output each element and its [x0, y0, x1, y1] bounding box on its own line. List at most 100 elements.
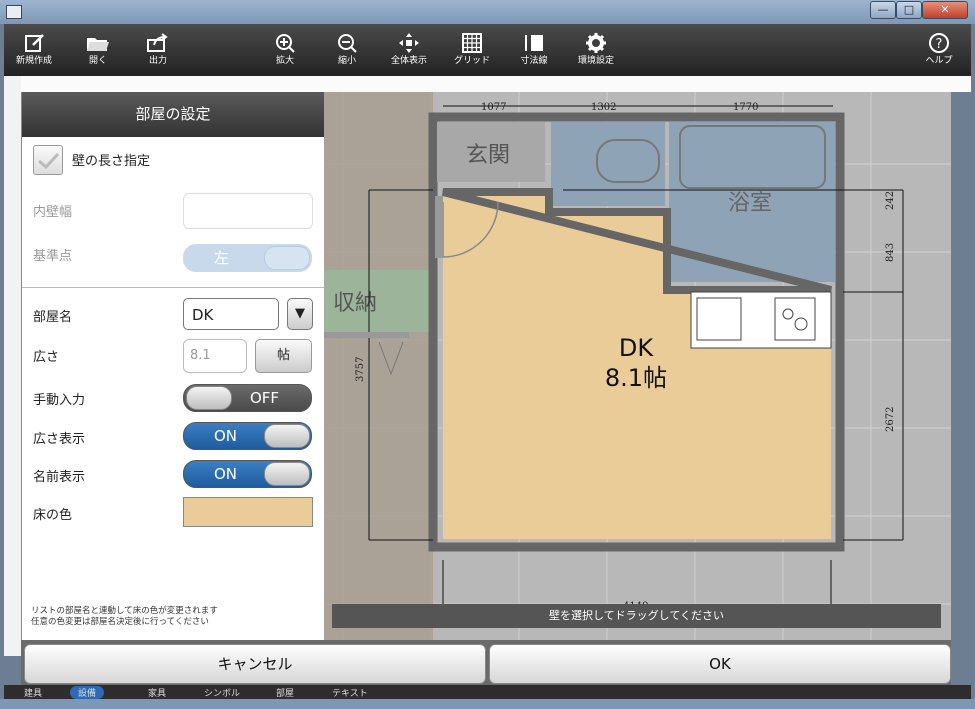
wall-length-checkbox[interactable] — [33, 145, 63, 175]
tab-text[interactable]: テキスト — [332, 686, 368, 699]
manual-input-label: 手動入力 — [33, 393, 86, 408]
storage-door-panel — [323, 332, 409, 338]
zoom-in-icon — [276, 34, 295, 53]
tab-symbols[interactable]: シンボル — [204, 686, 240, 699]
maximize-button[interactable]: □ — [896, 1, 922, 19]
show-name-toggle[interactable]: ON — [183, 460, 312, 488]
zoom-out-button[interactable]: 縮小 — [319, 24, 375, 76]
dimension-line-icon — [525, 35, 543, 51]
color-note-line1: リストの部屋名と連動して床の色が変更されます — [31, 606, 218, 616]
tab-rooms[interactable]: 部屋 — [276, 686, 294, 699]
floor-plan-canvas[interactable]: 収納 玄関 浴室 DK 8.1帖 1077 1302 1770 242 843 … — [323, 92, 951, 640]
toilet-room — [551, 122, 665, 206]
tab-equipment[interactable]: 設備 — [70, 686, 105, 699]
color-note: リストの部屋名と連動して床の色が変更されます 任意の色変更は部屋名決定後に行って… — [31, 606, 218, 628]
room-name-label: DK — [619, 334, 654, 362]
manual-input-toggle[interactable]: OFF — [183, 384, 312, 412]
floor-color-label: 床の色 — [33, 508, 73, 523]
area-input[interactable]: 8.1 — [183, 339, 247, 373]
drag-hint-bar: 壁を選択してドラッグしてください — [332, 604, 941, 628]
ok-button[interactable]: OK — [489, 644, 951, 684]
toggle-knob — [264, 462, 310, 486]
fit-all-icon — [399, 33, 419, 53]
dimension-line-button[interactable]: 寸法線 — [506, 24, 562, 76]
dim-top-3: 1770 — [733, 102, 758, 113]
manual-input-value: OFF — [250, 389, 280, 407]
zoom-in-button-label: 拡大 — [275, 56, 294, 66]
room-area-label: 8.1帖 — [605, 364, 667, 392]
area-label: 広さ — [33, 350, 60, 365]
room-name-dropdown-button[interactable]: ▼ — [287, 298, 313, 330]
zoom-out-button-label: 縮小 — [337, 56, 356, 66]
svg-text:?: ? — [936, 37, 943, 52]
checkmark-icon — [38, 152, 60, 170]
toggle-knob — [264, 424, 310, 448]
left-side-strip — [4, 76, 21, 656]
dim-right-1: 242 — [885, 191, 896, 210]
entrance-label: 玄関 — [466, 143, 510, 168]
tab-fixtures[interactable]: 建具 — [24, 686, 42, 699]
show-name-value: ON — [214, 465, 238, 483]
help-button-label: ヘルプ — [925, 56, 953, 66]
floor-color-swatch[interactable] — [183, 497, 313, 527]
bottom-tab-bar: 建具 設備 家具 シンボル 部屋 テキスト — [4, 685, 971, 699]
panel-divider — [22, 287, 324, 288]
environment-settings-button[interactable]: 環境設定 — [568, 24, 624, 76]
panel-title: 部屋の設定 — [22, 92, 324, 137]
show-area-value: ON — [214, 427, 238, 445]
dimension-line-button-label: 寸法線 — [520, 56, 548, 66]
dim-right-3: 2672 — [885, 407, 896, 432]
show-area-label: 広さ表示 — [33, 432, 86, 447]
help-icon: ? — [929, 33, 949, 53]
toggle-knob — [264, 246, 310, 270]
open-button[interactable]: 開く — [70, 24, 126, 76]
show-area-toggle[interactable]: ON — [183, 422, 312, 450]
grid-button-label: グリッド — [453, 56, 490, 66]
area-value: 8.1 — [190, 348, 211, 363]
bath-label: 浴室 — [728, 191, 772, 216]
tab-furniture[interactable]: 家具 — [148, 686, 166, 699]
export-button[interactable]: 出力 — [130, 24, 186, 76]
fit-all-button-label: 全体表示 — [390, 56, 427, 66]
inner-wall-label: 内壁幅 — [33, 205, 73, 220]
wall-length-label: 壁の長さ指定 — [72, 154, 151, 169]
room-name-field-label: 部屋名 — [33, 310, 73, 325]
room-settings-panel: 部屋の設定 壁の長さ指定 内壁幅 基準点 左 部屋名 DK ▼ 広さ 8.1 帖… — [21, 92, 324, 640]
new-button-label: 新規作成 — [15, 56, 52, 66]
color-note-line2: 任意の色変更は部屋名決定後に行ってください — [31, 617, 209, 627]
toggle-knob — [186, 386, 232, 410]
open-button-label: 開く — [88, 56, 107, 66]
stove — [774, 297, 816, 341]
base-point-toggle[interactable]: 左 — [183, 244, 312, 272]
dim-top-2: 1302 — [591, 102, 616, 113]
close-button[interactable]: ✕ — [922, 1, 968, 19]
dim-top-1: 1077 — [481, 102, 506, 113]
window-bottom-edge — [0, 699, 975, 709]
sink — [696, 297, 742, 341]
dim-right-2: 843 — [885, 243, 896, 262]
room-name-input[interactable]: DK — [183, 298, 279, 330]
show-name-label: 名前表示 — [33, 470, 86, 485]
floor-plan-svg[interactable]: 収納 玄関 浴室 DK 8.1帖 1077 1302 1770 242 843 … — [323, 92, 951, 640]
grid-icon — [462, 33, 482, 53]
room-name-value: DK — [192, 306, 214, 324]
chevron-down-icon: ▼ — [295, 306, 305, 321]
inner-wall-input[interactable] — [183, 193, 313, 229]
dim-left-1: 3757 — [355, 357, 366, 382]
grid-button[interactable]: グリッド — [444, 24, 500, 76]
fit-all-button[interactable]: 全体表示 — [381, 24, 437, 76]
area-unit-button[interactable]: 帖 — [255, 339, 312, 373]
new-button[interactable]: 新規作成 — [6, 24, 62, 76]
new-document-icon — [25, 34, 44, 52]
adjacent-room-area — [323, 92, 433, 640]
minimize-button[interactable]: — — [870, 1, 896, 19]
gear-icon — [586, 33, 606, 53]
help-button[interactable]: ? ヘルプ — [911, 24, 967, 76]
app-icon — [6, 5, 22, 19]
storage-label: 収納 — [333, 291, 377, 316]
folder-open-icon — [87, 38, 109, 51]
window-titlebar — [0, 0, 975, 24]
zoom-in-button[interactable]: 拡大 — [257, 24, 313, 76]
export-button-label: 出力 — [148, 56, 167, 66]
cancel-button[interactable]: キャンセル — [24, 644, 486, 684]
